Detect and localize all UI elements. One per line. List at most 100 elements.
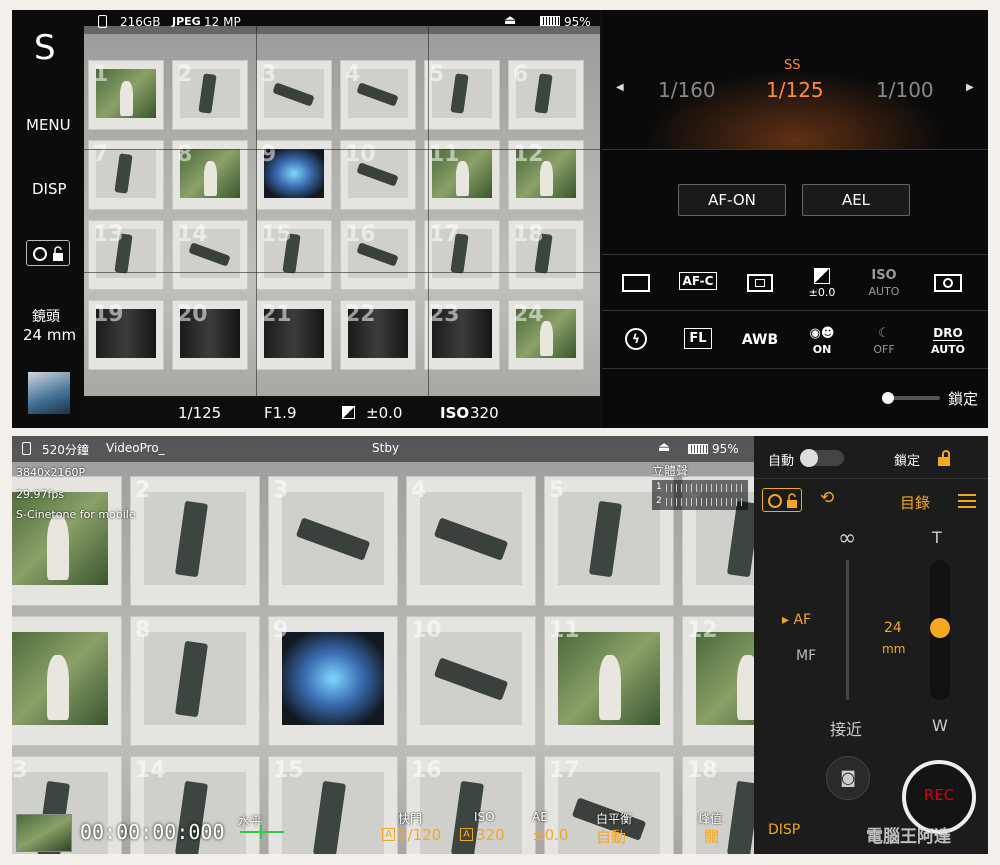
storage-remaining: 216GB [120, 15, 161, 29]
framing-grid-line [256, 26, 257, 396]
last-photo-thumbnail[interactable] [28, 372, 70, 414]
mic-icon: ⏏ [504, 13, 517, 28]
dro-button[interactable]: DRO AUTO [918, 320, 978, 370]
ss-label: SS [784, 58, 801, 73]
focus-slider[interactable] [846, 560, 849, 700]
creative-look-button[interactable]: FL [668, 324, 728, 374]
ev-readout: ±0.0 [366, 404, 403, 422]
focus-near-label: 接近 [830, 720, 863, 739]
rotation-lock-button[interactable] [26, 240, 70, 266]
viewfinder-thumbnail: 10 [340, 140, 416, 210]
catalog-label[interactable]: 目錄 [900, 492, 930, 513]
peaking-param-label: 峰值 [698, 812, 723, 826]
moon-icon: ☾ [878, 326, 890, 341]
shutter-speed-readout: 1/125 [178, 404, 222, 422]
control-panel: ◀ SS 1/160 1/125 1/100 ▶ AF-ON AEL AF-C … [602, 10, 988, 428]
ael-button[interactable]: AEL [802, 184, 910, 216]
face-eye-af-button[interactable]: ◉☻ ON [792, 320, 852, 370]
exposure-comp-button[interactable]: ±0.0 [792, 262, 852, 312]
iso-auto-badge: A [460, 828, 473, 841]
ss-next-value[interactable]: 1/100 [876, 78, 934, 102]
viewfinder-thumbnail: 13 [88, 220, 164, 290]
iso-param[interactable]: ISO A 320 [458, 808, 518, 852]
dial-right-arrow[interactable]: ▶ [966, 82, 974, 93]
viewfinder-thumbnail: 17 [424, 220, 500, 290]
auto-toggle[interactable] [800, 449, 844, 467]
ss-current-value[interactable]: 1/125 [766, 78, 824, 102]
audio-bar-1 [666, 484, 744, 492]
disp-button[interactable]: DISP [768, 822, 800, 838]
af-option[interactable]: ▸ AF [782, 612, 811, 628]
timecode: 00:00:00:000 [80, 820, 225, 844]
viewfinder-thumbnail: 7 [12, 616, 122, 746]
mode-dial-indicator[interactable]: S [34, 28, 56, 68]
battery-icon [540, 16, 560, 26]
lens-value[interactable]: 24 mm [23, 326, 76, 344]
focus-mode-button[interactable]: AF-C [668, 268, 728, 318]
focus-area-button[interactable] [730, 268, 790, 318]
ae-param-value: ±0.0 [532, 826, 569, 844]
viewfinder-thumbnail: 24 [508, 300, 584, 370]
viewfinder-thumbnail: 16 [340, 220, 416, 290]
metering-button[interactable] [918, 268, 978, 318]
zoom-slider[interactable] [930, 560, 950, 700]
file-name-prefix: VideoPro_ [106, 441, 165, 455]
rec-label: REC [923, 786, 955, 804]
disp-button[interactable]: DISP [32, 180, 67, 198]
iso-button[interactable]: ISO AUTO [854, 262, 914, 312]
af-on-button[interactable]: AF-ON [678, 184, 786, 216]
switch-camera-icon[interactable]: ⟲ [820, 488, 834, 508]
menu-button[interactable]: MENU [26, 116, 71, 134]
menu-icon[interactable] [958, 494, 976, 508]
ss-prev-value[interactable]: 1/160 [658, 78, 716, 102]
unlock-icon[interactable] [938, 450, 952, 466]
peaking-param[interactable]: 峰值 關 [694, 808, 750, 852]
iso-label: ISO [440, 404, 470, 422]
iso-icon: ISO [871, 268, 897, 283]
shutter-param[interactable]: 快門 A 1/120 [380, 808, 460, 852]
flash-button[interactable]: ϟ [606, 324, 666, 374]
viewfinder-thumbnail: 20 [172, 300, 248, 370]
viewfinder[interactable]: 123456789101112131415161718 [12, 436, 754, 854]
white-balance-param[interactable]: 白平衡 自動 [592, 808, 658, 852]
af-c-icon: AF-C [678, 272, 718, 290]
frame-rate: 29.97fps [16, 488, 65, 501]
snapshot-button[interactable]: ◙ [826, 756, 870, 800]
video-control-panel: 自動 鎖定 ⟲ 目錄 ∞ T ▸ AF MF 24 mm 接近 W ◙ REC … [754, 436, 988, 854]
viewfinder-thumbnail: 6 [508, 60, 584, 130]
watermark: 電腦王阿達 [866, 827, 951, 847]
battery-level: 95% [712, 442, 739, 456]
focus-area-icon [747, 274, 773, 292]
status-bar: 520分鐘 VideoPro_ Stby ⏏ 95% [12, 436, 754, 462]
face-eye-icon: ◉☻ [809, 326, 835, 341]
lock-toggle-knob [882, 392, 894, 404]
drive-mode-button[interactable] [606, 268, 666, 318]
lens-label: 鏡頭 [32, 309, 60, 325]
shutter-speed-dial[interactable]: ◀ SS 1/160 1/125 1/100 ▶ [602, 50, 988, 150]
zoom-slider-knob[interactable] [930, 618, 950, 638]
lock-toggle[interactable] [882, 392, 940, 404]
recording-thumbnail[interactable] [16, 814, 72, 852]
viewfinder-thumbnail: 9 [268, 616, 398, 746]
battery-level: 95% [564, 15, 591, 29]
mic-icon: ⏏ [658, 440, 671, 455]
viewfinder-thumbnail: 11 [544, 616, 674, 746]
mf-option[interactable]: MF [796, 648, 816, 664]
white-balance-param-label: 白平衡 [596, 812, 633, 826]
viewfinder-thumbnail: 10 [406, 616, 536, 746]
focus-infinity-label: ∞ [838, 526, 857, 551]
audio-channel-1: 1 [656, 482, 662, 492]
ae-param[interactable]: AE ±0.0 [528, 808, 588, 852]
night-mode-button[interactable]: ☾ OFF [854, 320, 914, 370]
viewfinder[interactable]: 1 2 3 4 5 6 7 8 9 10 11 12 13 14 15 16 17 18 19 20 21 22 23 24 [84, 26, 600, 396]
creative-look-icon: FL [684, 328, 712, 349]
dial-left-arrow[interactable]: ◀ [616, 82, 624, 93]
left-control-bar: S MENU DISP 鏡頭 24 mm [12, 10, 84, 428]
viewfinder-thumbnail: 5 [424, 60, 500, 130]
white-balance-button[interactable]: AWB [730, 324, 790, 374]
viewfinder-thumbnail: 8 [130, 616, 260, 746]
rotation-lock-button[interactable] [762, 488, 802, 512]
awb-icon: AWB [741, 332, 779, 348]
battery-icon [688, 444, 708, 454]
face-eye-value: ON [812, 343, 832, 356]
